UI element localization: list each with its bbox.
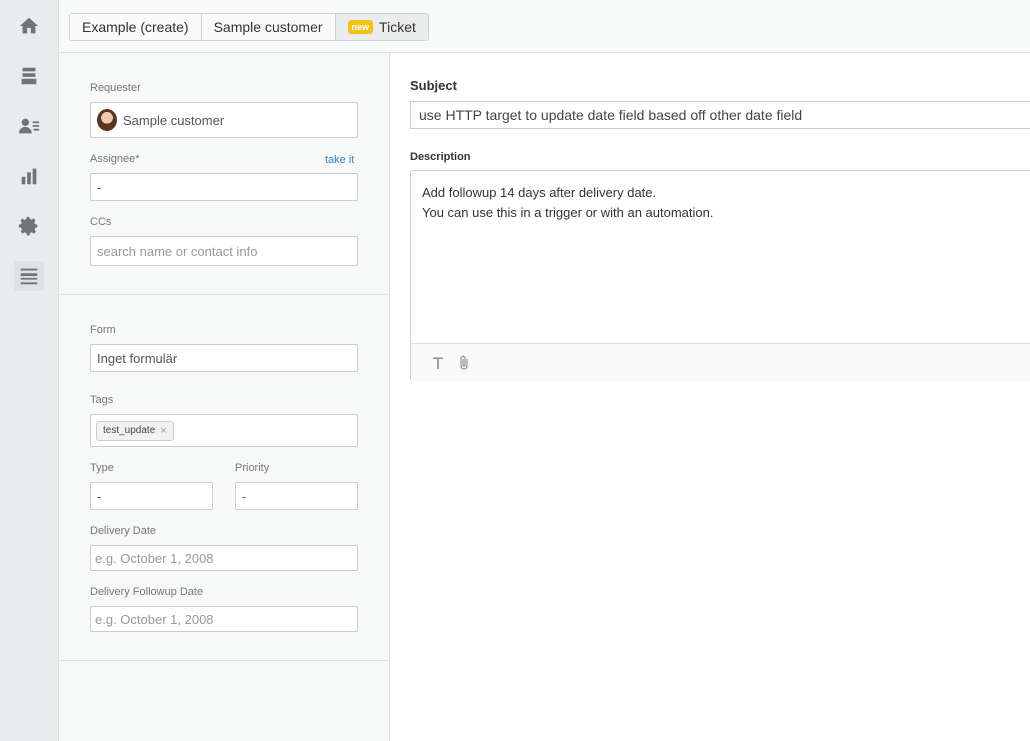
priority-value: -: [242, 488, 247, 504]
tab-ticket[interactable]: new Ticket: [335, 14, 428, 40]
admin-icon[interactable]: [14, 211, 44, 241]
description-editor[interactable]: Add followup 14 days after delivery date…: [410, 170, 1030, 381]
form-value: Inget formulär: [97, 350, 178, 366]
editor-toolbar: T: [411, 343, 1030, 381]
requester-field[interactable]: Sample customer: [90, 102, 358, 138]
ccs-placeholder: search name or contact info: [97, 243, 258, 259]
divider: [59, 294, 389, 295]
subject-label: Subject: [410, 78, 457, 93]
paperclip-icon[interactable]: [454, 353, 474, 373]
close-icon[interactable]: ×: [160, 425, 166, 437]
description-line: Add followup 14 days after delivery date…: [422, 185, 657, 200]
tab-user-label: Sample customer: [213, 19, 323, 35]
type-value: -: [97, 488, 102, 504]
subject-input[interactable]: use HTTP target to update date field bas…: [410, 101, 1030, 129]
followup-date-placeholder: e.g. October 1, 2008: [95, 611, 214, 627]
primary-nav: [0, 0, 59, 741]
tab-organization[interactable]: Example (create): [70, 14, 202, 40]
tag-label: test_update: [103, 425, 156, 436]
priority-select[interactable]: -: [235, 482, 358, 510]
assignee-field[interactable]: -: [90, 173, 358, 201]
tab-organization-label: Example (create): [82, 19, 189, 35]
new-badge: new: [347, 20, 374, 34]
breadcrumb: Example (create) Sample customer new Tic…: [69, 13, 429, 41]
text-format-icon[interactable]: T: [428, 353, 448, 373]
top-bar: Example (create) Sample customer new Tic…: [59, 0, 1030, 53]
tag-chip[interactable]: test_update ×: [96, 420, 174, 441]
toggle-icon[interactable]: [14, 261, 44, 291]
views-icon[interactable]: [14, 61, 44, 91]
ccs-label: CCs: [90, 216, 112, 228]
description-label: Description: [410, 151, 471, 163]
ccs-input[interactable]: search name or contact info: [90, 236, 358, 266]
requester-label: Requester: [90, 82, 141, 94]
form-label: Form: [90, 324, 116, 336]
priority-label: Priority: [235, 462, 270, 474]
subject-value: use HTTP target to update date field bas…: [419, 107, 803, 123]
followup-date-input[interactable]: e.g. October 1, 2008: [90, 606, 358, 632]
customers-icon[interactable]: [14, 111, 44, 141]
tab-user[interactable]: Sample customer: [201, 14, 336, 40]
type-label: Type: [90, 462, 114, 474]
tags-input[interactable]: test_update ×: [90, 414, 358, 447]
home-icon[interactable]: [14, 11, 44, 41]
tags-label: Tags: [90, 394, 114, 406]
delivery-date-label: Delivery Date: [90, 525, 157, 537]
take-it-link[interactable]: take it: [325, 154, 354, 166]
description-line: You can use this in a trigger or with an…: [422, 205, 714, 220]
requester-value: Sample customer: [123, 112, 225, 128]
followup-date-label: Delivery Followup Date: [90, 586, 204, 598]
delivery-date-input[interactable]: e.g. October 1, 2008: [90, 545, 358, 571]
assignee-value: -: [97, 179, 102, 195]
delivery-date-placeholder: e.g. October 1, 2008: [95, 550, 214, 566]
form-select[interactable]: Inget formulär: [90, 344, 358, 372]
reporting-icon[interactable]: [14, 161, 44, 191]
divider: [59, 660, 389, 661]
description-text: Add followup 14 days after delivery date…: [422, 183, 713, 223]
ticket-properties-panel: Requester Sample customer Assignee* take…: [59, 53, 390, 741]
tab-ticket-label: Ticket: [379, 19, 416, 35]
type-select[interactable]: -: [90, 482, 213, 510]
ticket-editor: Subject use HTTP target to update date f…: [390, 53, 1030, 741]
avatar: [97, 109, 117, 131]
assignee-label: Assignee*: [90, 153, 140, 165]
